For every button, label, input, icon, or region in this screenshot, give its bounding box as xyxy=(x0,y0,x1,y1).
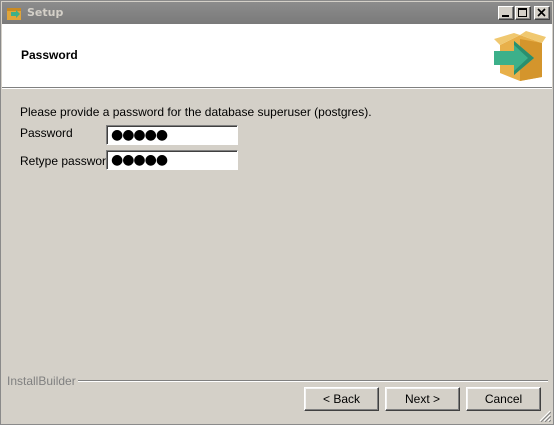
minimize-button[interactable] xyxy=(498,6,514,20)
window-title: Setup xyxy=(27,6,64,19)
box-arrow-icon xyxy=(494,31,546,81)
back-button[interactable]: < Back xyxy=(304,387,379,411)
cancel-button[interactable]: Cancel xyxy=(466,387,541,411)
header-divider xyxy=(2,88,552,89)
close-icon xyxy=(537,8,546,17)
page-title: Password xyxy=(21,48,78,62)
maximize-button[interactable] xyxy=(515,6,531,20)
next-button[interactable]: Next > xyxy=(385,387,460,411)
instructions-text: Please provide a password for the databa… xyxy=(20,105,372,119)
installbuilder-brand: InstallBuilder xyxy=(7,374,78,388)
password-field[interactable]: ●●●●● xyxy=(106,125,238,145)
installer-app-icon xyxy=(7,8,21,20)
setup-window: Setup Password Please provide a password… xyxy=(0,0,554,425)
maximize-icon xyxy=(518,8,527,17)
minimize-icon xyxy=(502,15,509,17)
retype-password-label: Retype password xyxy=(20,154,113,168)
retype-password-field[interactable]: ●●●●● xyxy=(106,150,238,170)
close-button[interactable] xyxy=(534,6,550,20)
title-bar[interactable]: Setup xyxy=(2,2,552,24)
wizard-header: Password xyxy=(2,24,552,88)
resize-grip-icon[interactable] xyxy=(539,410,551,422)
password-label: Password xyxy=(20,126,73,140)
footer-divider xyxy=(69,380,548,382)
